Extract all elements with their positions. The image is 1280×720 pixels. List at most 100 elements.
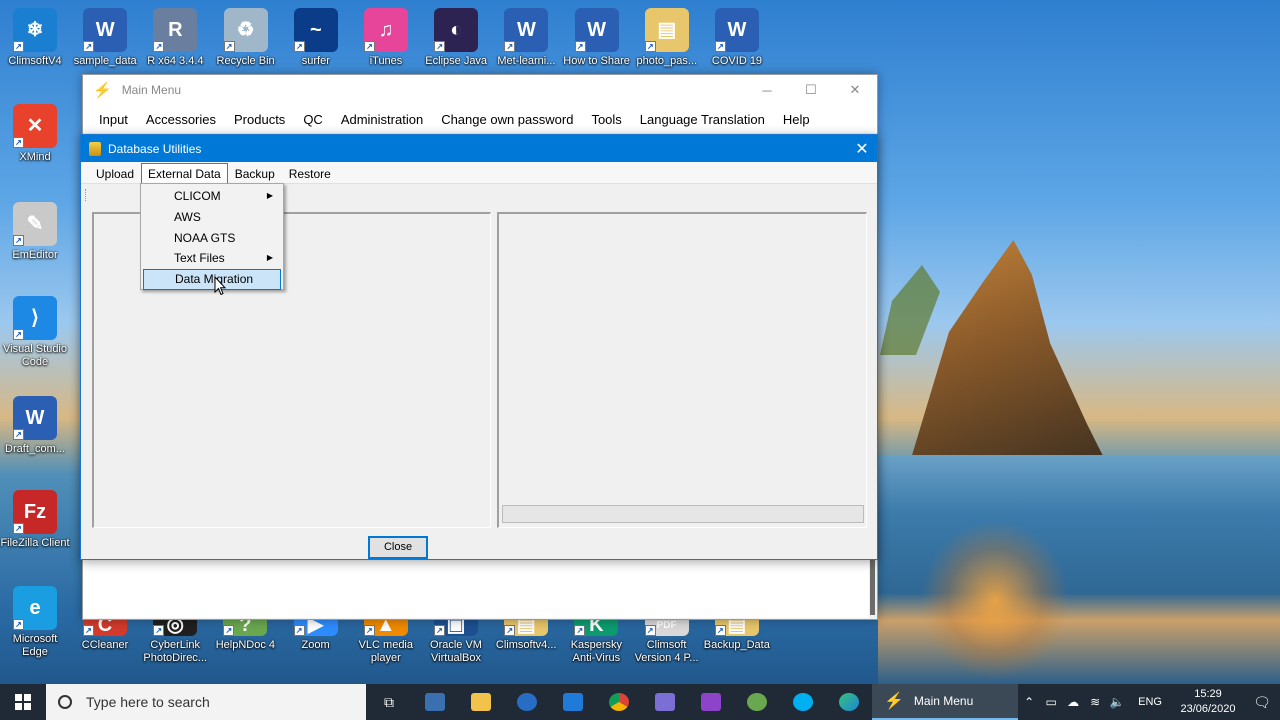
taskbar-app-edge[interactable]	[826, 684, 872, 720]
chrome-icon	[609, 693, 629, 711]
skype-icon	[793, 693, 813, 711]
taskbar-app-snip[interactable]	[412, 684, 458, 720]
main-menu-item[interactable]: Help	[774, 112, 819, 127]
app-icon: Fz ↗	[13, 490, 57, 534]
dialog-titlebar[interactable]: Database Utilities ✕	[81, 135, 877, 162]
desktop-icon-top[interactable]: W ↗ How to Share	[562, 8, 632, 68]
dropdown-item-label: AWS	[174, 209, 201, 224]
shortcut-arrow-icon: ↗	[434, 625, 445, 636]
taskbar-search-box[interactable]: Type here to search	[46, 684, 366, 720]
task-view-button[interactable]: ⧉	[366, 684, 412, 720]
volume-icon[interactable]: 🔈	[1106, 695, 1128, 709]
dropdown-item[interactable]: Data Migration	[143, 269, 281, 290]
start-button[interactable]	[0, 684, 46, 720]
desktop-icon-left[interactable]: ⟩ ↗ Visual Studio Code	[0, 296, 70, 369]
main-menu-item[interactable]: Change own password	[432, 112, 582, 127]
dropdown-item[interactable]: Text Files ▶	[143, 248, 281, 269]
main-menu-item[interactable]: QC	[294, 112, 332, 127]
close-window-button[interactable]: ✕	[833, 75, 877, 105]
main-window-titlebar[interactable]: ⚡ Main Menu ─ ☐ ✕	[83, 75, 877, 105]
battery-icon[interactable]: ▭	[1040, 695, 1062, 709]
shortcut-arrow-icon: ↗	[13, 429, 24, 440]
main-menu-item[interactable]: Accessories	[137, 112, 225, 127]
visual-studio-icon	[701, 693, 721, 711]
dropdown-item[interactable]: NOAA GTS	[143, 228, 281, 249]
taskbar-app-helpndoc[interactable]	[734, 684, 780, 720]
dropdown-item-label: Text Files	[174, 251, 225, 266]
language-indicator[interactable]: ENG	[1128, 696, 1172, 708]
desktop-icon-left[interactable]: ✎ ↗ EmEditor	[0, 202, 70, 262]
desktop-icon-top[interactable]: W ↗ Met-learni...	[491, 8, 561, 68]
search-icon	[58, 695, 72, 709]
dialog-menu-item[interactable]: Restore	[282, 163, 338, 183]
shortcut-arrow-icon: ↗	[13, 137, 24, 148]
main-menu-item[interactable]: Language Translation	[631, 112, 774, 127]
dialog-menu-item[interactable]: External Data	[141, 163, 228, 183]
desktop-icon-left[interactable]: Fz ↗ FileZilla Client	[0, 490, 70, 550]
desktop-icon-top[interactable]: W ↗ COVID 19	[702, 8, 772, 68]
toolbar-grip	[85, 189, 88, 201]
desktop-icon-top[interactable]: W ↗ sample_data	[70, 8, 140, 68]
app-icon: ⟩ ↗	[13, 296, 57, 340]
chevron-up-icon[interactable]: ⌃	[1018, 695, 1040, 709]
taskbar-app-network[interactable]	[642, 684, 688, 720]
minimize-button[interactable]: ─	[745, 75, 789, 105]
main-menu-item[interactable]: Products	[225, 112, 294, 127]
taskbar-app-main-menu[interactable]: ⚡ Main Menu	[872, 684, 1018, 720]
dialog-close-icon[interactable]: ✕	[847, 139, 877, 159]
desktop-icon-top[interactable]: ♻ ↗ Recycle Bin	[211, 8, 281, 68]
desktop-icon-bottom[interactable]: PDF ↗ Climsoft Version 4 P...	[632, 614, 702, 665]
notification-icon[interactable]: 🗨	[1244, 694, 1280, 711]
main-window-content	[83, 560, 869, 618]
clock[interactable]: 15:29 23/06/2020	[1172, 687, 1244, 717]
clock-time: 15:29	[1194, 688, 1222, 700]
main-window-title: Main Menu	[121, 83, 182, 97]
close-icon: ✕	[849, 82, 861, 97]
desktop-icon-left[interactable]: W ↗ Draft_com...	[0, 396, 70, 456]
desktop-icon-top[interactable]: R ↗ R x64 3.4.4	[140, 8, 210, 68]
maximize-button[interactable]: ☐	[789, 75, 833, 105]
shortcut-arrow-icon: ↗	[715, 41, 726, 52]
desktop-icon-top[interactable]: ▤ ↗ photo_pas...	[632, 8, 702, 68]
main-window-scrollbar[interactable]	[870, 560, 875, 615]
desktop-icon-bottom[interactable]: K ↗ Kaspersky Anti-Virus	[561, 614, 631, 665]
shortcut-arrow-icon: ↗	[434, 41, 446, 52]
desktop-icon-left[interactable]: e ↗ Microsoft Edge	[0, 586, 70, 659]
edge-icon	[839, 693, 859, 711]
desktop-icon-label: Zoom	[301, 639, 330, 651]
taskbar-app-explorer[interactable]	[458, 684, 504, 720]
app-icon: ✕ ↗	[13, 104, 57, 148]
desktop-icon-bottom[interactable]: ▣ ↗ Oracle VM VirtualBox	[421, 614, 491, 665]
dialog-menu-item[interactable]: Upload	[89, 163, 141, 183]
desktop-icon-top[interactable]: ❄ ↗ ClimsoftV4	[0, 8, 70, 68]
desktop-icon-top[interactable]: ◐ ↗ Eclipse Java	[421, 8, 491, 68]
desktop-icon-bottom[interactable]: ▲ ↗ VLC media player	[351, 614, 421, 665]
snip-icon	[425, 693, 445, 711]
desktop-icon-top[interactable]: ~ ↗ surfer	[281, 8, 351, 68]
desktop-icon-bottom[interactable]: ◎ ↗ CyberLink PhotoDirec...	[140, 614, 210, 665]
dropdown-item[interactable]: AWS	[143, 207, 281, 228]
taskbar-app-visual-studio[interactable]	[688, 684, 734, 720]
wifi-icon[interactable]: ≋	[1084, 695, 1106, 709]
dropdown-item[interactable]: CLICOM ▶	[143, 186, 281, 207]
main-menu-item[interactable]: Administration	[332, 112, 432, 127]
taskbar-app-mail[interactable]	[550, 684, 596, 720]
taskbar-app-chrome[interactable]	[596, 684, 642, 720]
taskbar-app-skype[interactable]	[780, 684, 826, 720]
desktop-icon-top[interactable]: ♫ ↗ iTunes	[351, 8, 421, 68]
task-view-icon: ⧉	[384, 693, 394, 710]
dialog-menu-item[interactable]: Backup	[228, 163, 282, 183]
main-menu-item[interactable]: Input	[90, 112, 137, 127]
app-icon: ◐ ↗	[434, 8, 479, 52]
taskbar-app-r[interactable]	[504, 684, 550, 720]
cloud-icon[interactable]: ☁	[1062, 695, 1084, 709]
desktop-icon-label: Visual Studio Code	[2, 343, 67, 368]
dialog-title: Database Utilities	[108, 141, 202, 156]
main-menu-item[interactable]: Tools	[582, 112, 630, 127]
desktop-icon-left[interactable]: ✕ ↗ XMind	[0, 104, 70, 164]
submenu-arrow-icon: ▶	[266, 191, 273, 200]
lightning-icon: ⚡	[884, 693, 904, 710]
network-icon	[655, 693, 675, 711]
close-button[interactable]: Close	[368, 536, 428, 559]
app-icon: W ↗	[504, 8, 549, 52]
